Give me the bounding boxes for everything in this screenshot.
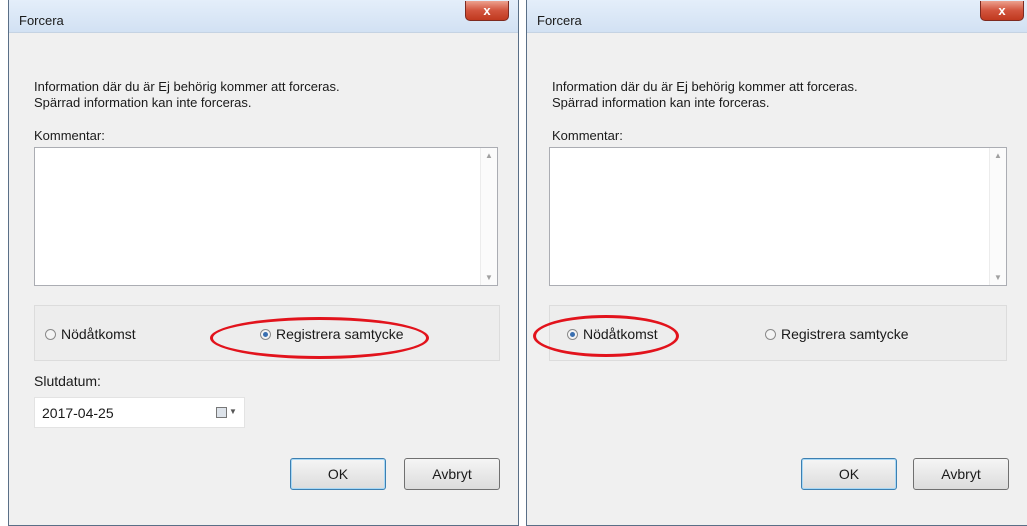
info-line-2: Spärrad information kan inte forceras. (34, 95, 252, 110)
radio-label: Nödåtkomst (61, 326, 136, 342)
radio-registrera-samtycke[interactable]: Registrera samtycke (765, 326, 909, 342)
chevron-down-icon[interactable]: ▼ (229, 407, 237, 416)
scroll-up-arrow-icon[interactable]: ▲ (994, 151, 1002, 160)
comment-label: Kommentar: (552, 128, 623, 143)
calendar-icon[interactable] (216, 407, 227, 418)
close-button[interactable]: x (980, 1, 1024, 21)
access-type-group: Nödåtkomst Registrera samtycke (34, 305, 500, 361)
end-date-value: 2017-04-25 (42, 405, 114, 421)
close-icon: x (483, 3, 491, 18)
comment-textarea[interactable]: ▲ ▼ (549, 147, 1007, 286)
radio-button-icon[interactable] (45, 328, 56, 340)
radio-label: Registrera samtycke (781, 326, 909, 342)
title-bar: Forcera x (527, 0, 1027, 33)
end-date-label: Slutdatum: (34, 373, 101, 389)
cancel-button[interactable]: Avbryt (404, 458, 500, 490)
close-icon: x (998, 3, 1006, 18)
radio-label: Registrera samtycke (276, 326, 404, 342)
dialog-title: Forcera (537, 13, 582, 28)
forcera-dialog-consent: Forcera x Information där du är Ej behör… (8, 0, 519, 526)
scroll-down-arrow-icon[interactable]: ▼ (485, 273, 493, 282)
radio-label: Nödåtkomst (583, 326, 658, 342)
close-button[interactable]: x (465, 1, 509, 21)
info-text: Information där du är Ej behörig kommer … (552, 79, 858, 111)
end-date-picker[interactable]: 2017-04-25 ▼ (34, 397, 245, 428)
radio-button-selected-icon[interactable] (260, 328, 271, 340)
radio-nodatkomst[interactable]: Nödåtkomst (45, 326, 136, 342)
dialog-title: Forcera (19, 13, 64, 28)
title-bar: Forcera x (9, 0, 518, 33)
scroll-up-arrow-icon[interactable]: ▲ (485, 151, 493, 160)
cancel-button[interactable]: Avbryt (913, 458, 1009, 490)
forcera-dialog-emergency: Forcera x Information där du är Ej behör… (526, 0, 1027, 526)
comment-scrollbar[interactable]: ▲ ▼ (989, 148, 1006, 285)
info-line-2: Spärrad information kan inte forceras. (552, 95, 770, 110)
comment-scrollbar[interactable]: ▲ ▼ (480, 148, 497, 285)
radio-nodatkomst[interactable]: Nödåtkomst (567, 326, 658, 342)
info-line-1: Information där du är Ej behörig kommer … (552, 79, 858, 94)
access-type-group: Nödåtkomst Registrera samtycke (549, 305, 1007, 361)
scroll-down-arrow-icon[interactable]: ▼ (994, 273, 1002, 282)
comment-textarea[interactable]: ▲ ▼ (34, 147, 498, 286)
info-text: Information där du är Ej behörig kommer … (34, 79, 340, 111)
info-line-1: Information där du är Ej behörig kommer … (34, 79, 340, 94)
radio-button-icon[interactable] (765, 328, 776, 340)
comment-label: Kommentar: (34, 128, 105, 143)
ok-button[interactable]: OK (801, 458, 897, 490)
radio-registrera-samtycke[interactable]: Registrera samtycke (260, 326, 404, 342)
radio-button-selected-icon[interactable] (567, 328, 578, 340)
ok-button[interactable]: OK (290, 458, 386, 490)
